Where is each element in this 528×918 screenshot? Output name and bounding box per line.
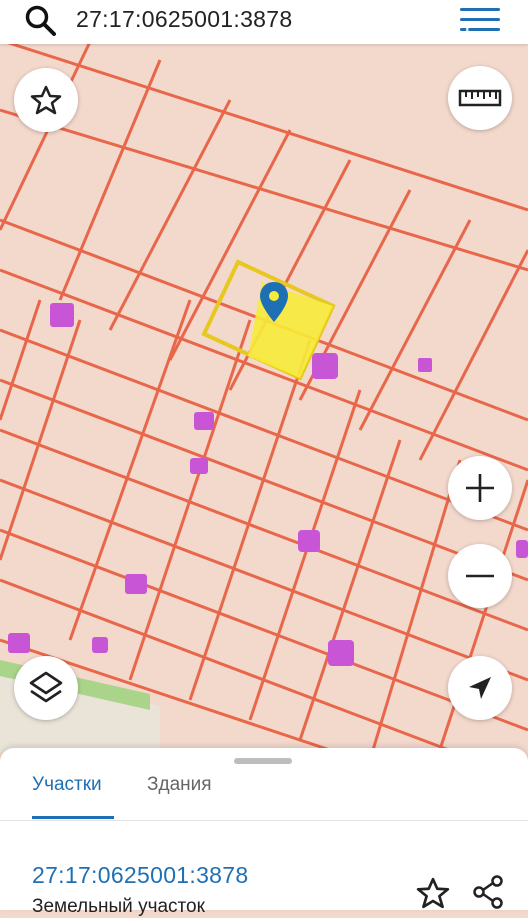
watermark-logo-icon <box>364 20 388 44</box>
layers-button[interactable] <box>14 656 78 720</box>
navigation-arrow-icon <box>469 677 491 699</box>
locate-button[interactable] <box>448 656 512 720</box>
favorite-button[interactable] <box>14 68 78 132</box>
zoom-out-button[interactable] <box>448 544 512 608</box>
parcel-type: Земельный участок <box>32 896 205 917</box>
star-icon <box>30 85 62 115</box>
layers-icon <box>29 671 63 703</box>
star-icon[interactable] <box>416 876 450 910</box>
bottom-sheet[interactable]: Участки Здания 27:17:0625001:3878 Земель… <box>0 748 528 917</box>
tab-parcels[interactable]: Участки <box>32 774 102 796</box>
search-query[interactable]: 27:17:0625001:3878 <box>76 6 292 33</box>
tab-divider <box>0 820 528 821</box>
active-tab-indicator <box>32 816 114 819</box>
ruler-button[interactable] <box>448 66 512 130</box>
sheet-handle[interactable] <box>234 758 292 764</box>
watermark: ONREALT <box>390 20 474 37</box>
plus-icon <box>466 474 494 502</box>
ruler-icon <box>458 89 502 107</box>
zoom-in-button[interactable] <box>448 456 512 520</box>
tab-buildings[interactable]: Здания <box>147 774 212 796</box>
search-icon[interactable] <box>24 4 58 38</box>
minus-icon <box>466 574 494 578</box>
parcel-id[interactable]: 27:17:0625001:3878 <box>32 862 248 889</box>
share-icon[interactable] <box>470 874 506 910</box>
